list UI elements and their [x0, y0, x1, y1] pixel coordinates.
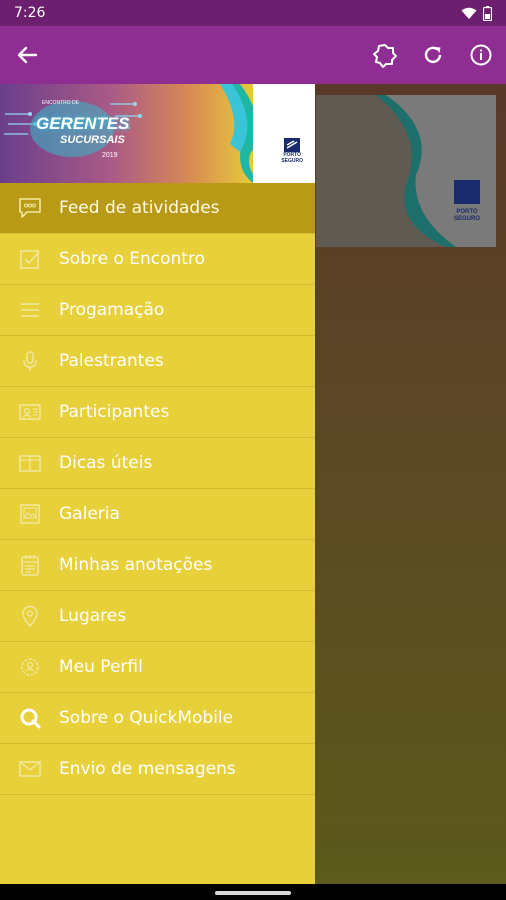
- checkbox-icon: [18, 247, 42, 271]
- menu-item-programacao[interactable]: Progamação: [0, 285, 315, 336]
- menu-item-galeria[interactable]: Galeria: [0, 489, 315, 540]
- menu-item-quickmobile[interactable]: Sobre o QuickMobile: [0, 693, 315, 744]
- drawer-menu: Feed de atividades Sobre o Encontro Prog…: [0, 183, 315, 795]
- banner-subtitle: SUCURSAIS: [60, 134, 125, 146]
- book-icon: [18, 451, 42, 475]
- image-icon: [18, 502, 42, 526]
- battery-icon: [483, 5, 492, 21]
- menu-label-galeria: Galeria: [59, 504, 120, 524]
- menu-label-mensagens: Envio de mensagens: [59, 759, 236, 779]
- menu-label-anotacoes: Minhas anotações: [59, 555, 213, 575]
- envelope-icon: [18, 757, 42, 781]
- menu-label-quickmobile: Sobre o QuickMobile: [59, 708, 234, 728]
- menu-item-anotacoes[interactable]: Minhas anotações: [0, 540, 315, 591]
- back-button[interactable]: [14, 42, 40, 68]
- content-event-banner: PORTO SEGURO: [316, 95, 496, 247]
- home-gesture-handle[interactable]: [215, 891, 291, 895]
- menu-label-lugares: Lugares: [59, 606, 127, 626]
- status-bar: 7:26: [0, 0, 506, 26]
- content-brand-text-2: SEGURO: [454, 216, 480, 222]
- map-pin-icon: [18, 604, 42, 628]
- chat-bubble-icon: [18, 196, 42, 220]
- app-bar-actions: [372, 42, 494, 68]
- info-icon: [470, 44, 492, 66]
- refresh-icon: [424, 46, 442, 64]
- navigation-drawer: ENCONTRO DE GERENTES SUCURSAIS 2019 PORT…: [0, 84, 315, 884]
- menu-item-palestrantes[interactable]: Palestrantes: [0, 336, 315, 387]
- menu-item-lugares[interactable]: Lugares: [0, 591, 315, 642]
- menu-label-sobre-encontro: Sobre o Encontro: [59, 249, 205, 269]
- profile-gear-icon: [18, 655, 42, 679]
- banner-pretitle: ENCONTRO DE: [42, 100, 79, 106]
- banner-white-panel: [253, 84, 315, 183]
- porto-seguro-mark-icon: [284, 138, 301, 152]
- menu-label-feed: Feed de atividades: [59, 198, 220, 218]
- menu-label-dicas: Dicas úteis: [59, 453, 153, 473]
- menu-label-programacao: Progamação: [59, 300, 165, 320]
- notepad-icon: [18, 553, 42, 577]
- wifi-icon: [461, 7, 477, 19]
- arrow-left-icon: [17, 46, 38, 64]
- badge-button[interactable]: [372, 42, 398, 68]
- badge-icon: [373, 44, 397, 68]
- menu-item-feed[interactable]: Feed de atividades: [0, 183, 315, 234]
- menu-label-perfil: Meu Perfil: [59, 657, 143, 677]
- menu-item-participantes[interactable]: Participantes: [0, 387, 315, 438]
- menu-label-palestrantes: Palestrantes: [59, 351, 164, 371]
- drawer-header-banner: ENCONTRO DE GERENTES SUCURSAIS 2019 PORT…: [0, 84, 315, 183]
- app-bar: [0, 26, 506, 84]
- microphone-icon: [18, 349, 42, 373]
- menu-item-dicas[interactable]: Dicas úteis: [0, 438, 315, 489]
- list-icon: [18, 298, 42, 322]
- menu-item-sobre-encontro[interactable]: Sobre o Encontro: [0, 234, 315, 285]
- banner-year: 2019: [102, 152, 118, 159]
- menu-item-perfil[interactable]: Meu Perfil: [0, 642, 315, 693]
- menu-item-mensagens[interactable]: Envio de mensagens: [0, 744, 315, 795]
- quickmobile-logo-icon: [18, 706, 42, 730]
- menu-label-participantes: Participantes: [59, 402, 170, 422]
- contact-card-icon: [18, 400, 42, 424]
- refresh-button[interactable]: [420, 42, 446, 68]
- info-button[interactable]: [468, 42, 494, 68]
- content-banner-art: PORTO SEGURO: [316, 95, 496, 247]
- status-icons: [461, 5, 492, 21]
- status-time: 7:26: [14, 5, 46, 21]
- banner-title: GERENTES: [36, 114, 130, 133]
- content-brand-text-1: PORTO: [456, 209, 478, 215]
- porto-seguro-logo: PORTO SEGURO: [281, 138, 303, 164]
- brand-text-2: SEGURO: [281, 158, 303, 164]
